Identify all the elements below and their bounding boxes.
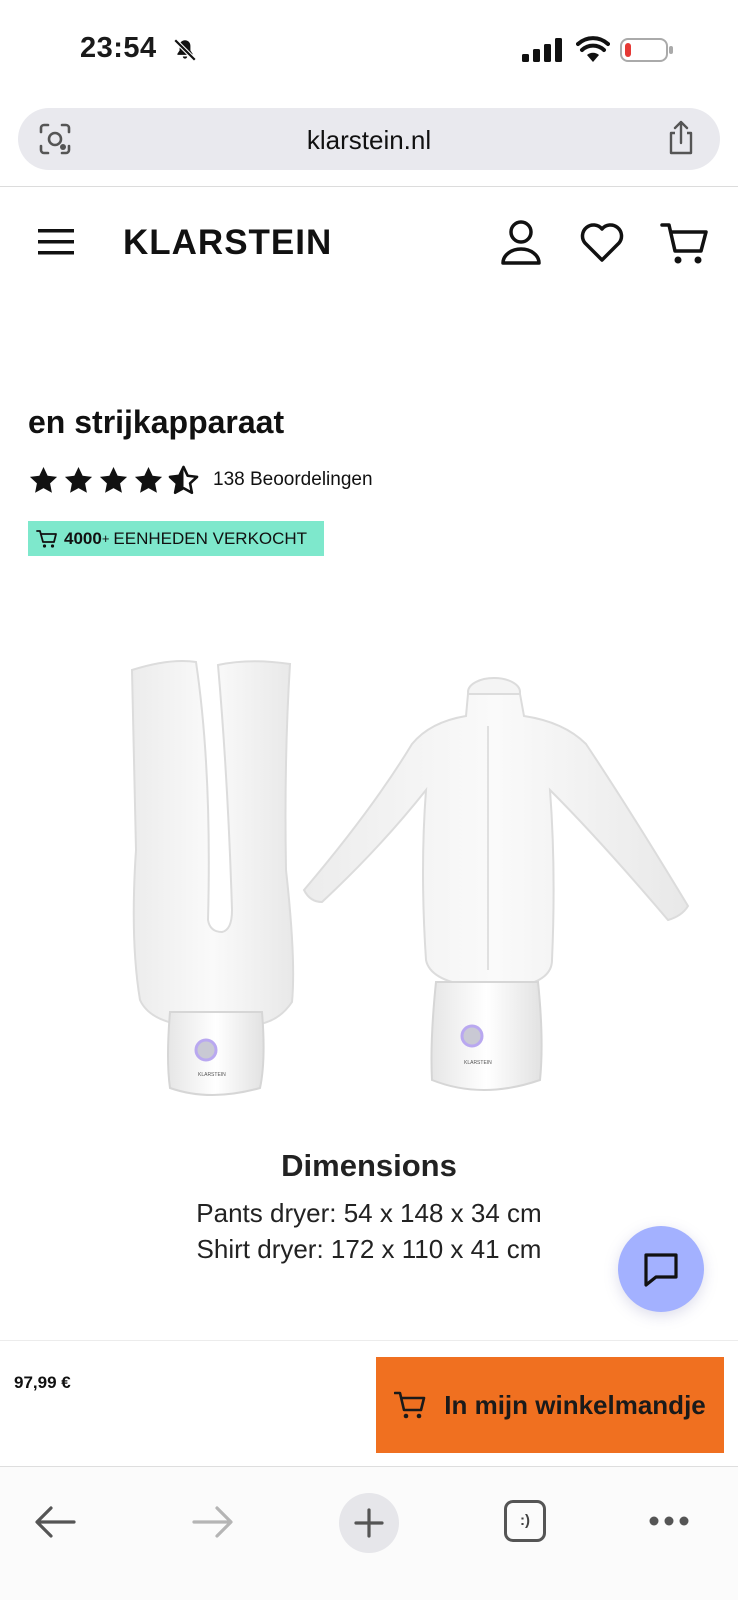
chat-button[interactable] — [618, 1226, 704, 1312]
buy-bar: 97,99 € In mijn winkelmandje — [0, 1340, 738, 1468]
wifi-icon — [576, 36, 610, 62]
more-dots-icon[interactable] — [648, 1515, 690, 1527]
half-star-icon — [168, 465, 199, 494]
status-bar: 23:54 — [0, 0, 738, 100]
price: 97,99 € — [14, 1373, 71, 1392]
star-icon — [29, 466, 58, 493]
star-icon — [99, 466, 128, 493]
cart-icon[interactable] — [660, 221, 708, 265]
signal-icon — [522, 38, 562, 62]
bell-slash-icon — [173, 38, 197, 62]
cart-icon — [36, 529, 57, 548]
site-header: KLARSTEIN — [0, 187, 738, 297]
url-bar[interactable]: klarstein.nl — [18, 108, 720, 170]
sold-badge: 4000 + EENHEDEN VERKOCHT — [28, 521, 324, 556]
cart-icon — [394, 1391, 426, 1419]
shirt-dryer: KLARSTEIN — [302, 677, 690, 1091]
battery-low-icon — [620, 38, 673, 62]
pants-dryer: KLARSTEIN — [130, 660, 295, 1096]
chat-bubble-icon — [644, 1253, 678, 1287]
back-arrow-icon[interactable] — [34, 1505, 76, 1539]
image-logo-text: KLARSTEIN — [464, 1060, 492, 1066]
rating-row[interactable]: 138 Beoordelingen — [28, 462, 373, 498]
heart-icon[interactable] — [580, 223, 624, 263]
new-tab-button[interactable] — [339, 1493, 399, 1553]
menu-icon[interactable] — [38, 227, 74, 257]
tabs-label: :) — [520, 1512, 530, 1529]
sold-label: EENHEDEN VERKOCHT — [113, 528, 308, 548]
star-icon — [134, 466, 163, 493]
add-to-cart-label: In mijn winkelmandje — [444, 1389, 706, 1420]
dimensions-pants: Pants dryer: 54 x 148 x 34 cm — [196, 1198, 542, 1228]
share-icon[interactable] — [666, 120, 696, 156]
review-count[interactable]: 138 Beoordelingen — [213, 469, 373, 491]
star-icon — [64, 466, 93, 493]
tabs-icon[interactable]: :) — [504, 1500, 546, 1542]
image-logo-text: KLARSTEIN — [198, 1072, 226, 1078]
status-time: 23:54 — [80, 32, 157, 64]
user-icon[interactable] — [500, 219, 542, 265]
plus-icon — [354, 1508, 384, 1538]
star-rating — [28, 465, 199, 496]
url-text[interactable]: klarstein.nl — [18, 125, 720, 156]
sold-count: 4000 — [64, 528, 102, 548]
dimensions-title: Dimensions — [281, 1148, 457, 1183]
forward-arrow-icon[interactable] — [192, 1505, 234, 1539]
brand-logo[interactable]: KLARSTEIN — [123, 223, 332, 263]
browser-toolbar: :) — [0, 1466, 738, 1600]
sold-plus: + — [101, 531, 110, 546]
add-to-cart-button[interactable]: In mijn winkelmandje — [376, 1357, 724, 1453]
product-image[interactable]: KLARSTEIN KLARSTEIN — [100, 640, 720, 1130]
product-title: en strijkapparaat — [28, 404, 285, 440]
